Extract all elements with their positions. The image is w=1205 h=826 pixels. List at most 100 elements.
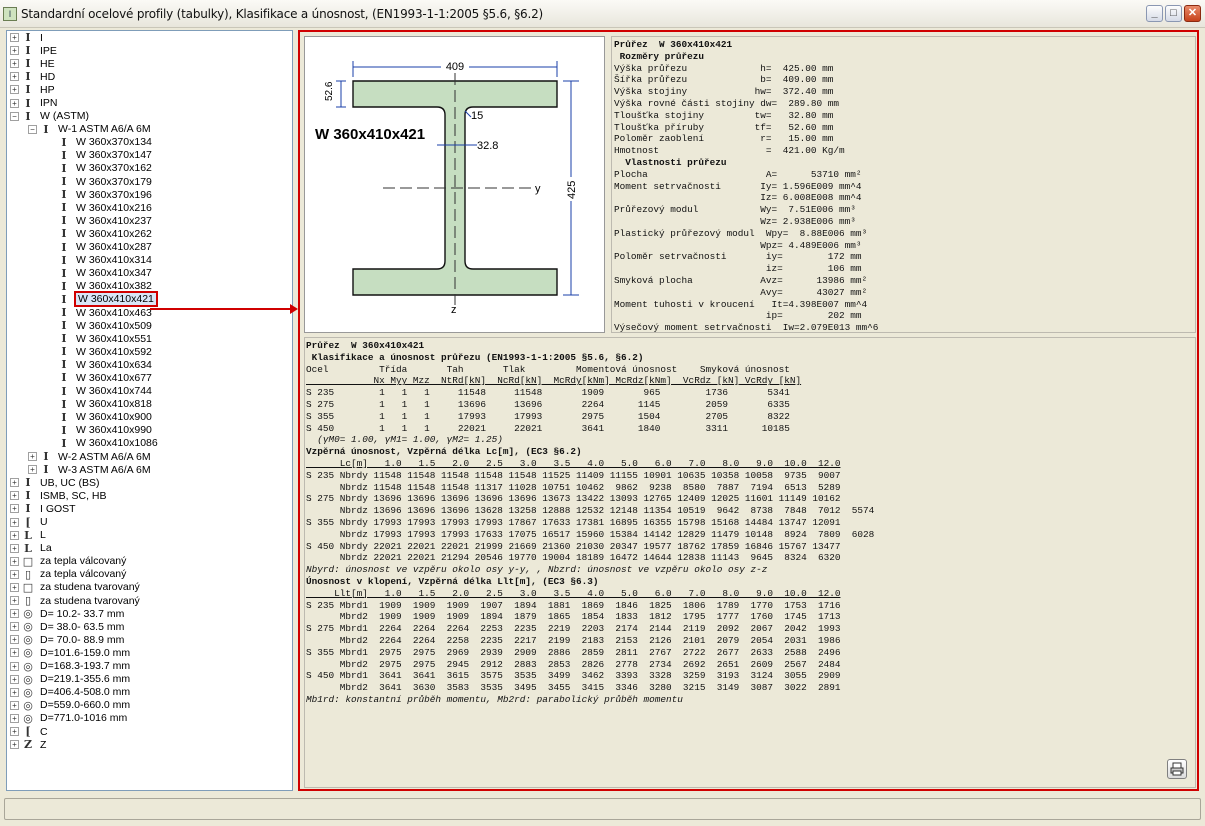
expand-toggle-icon[interactable]: + [10,543,19,553]
tree-item[interactable]: + I IPE [7,44,292,57]
expand-toggle-icon[interactable]: + [10,478,19,488]
expand-toggle-icon[interactable]: + [28,465,37,475]
expand-toggle-icon[interactable]: + [10,491,19,501]
results-line: Nbrdz 11548 11548 11548 11317 11028 1075… [306,481,841,493]
expand-toggle-icon[interactable]: + [10,727,19,737]
expand-toggle-icon[interactable]: + [10,517,19,527]
profile-tree[interactable]: + I I + I IPE + I HE + I HD + I HP + I IPN − I W (ASTM) − I W-1… [6,30,293,791]
expand-toggle-icon[interactable]: + [10,596,19,606]
tree-item[interactable]: + □ za studena tvarovaný [7,581,292,594]
collapse-toggle-icon[interactable]: − [28,124,37,134]
tree-item[interactable]: + I HE [7,57,292,70]
expand-toggle-icon[interactable]: + [10,622,19,632]
tree-item[interactable]: + I HD [7,70,292,83]
collapse-toggle-icon[interactable]: − [10,111,19,121]
expand-toggle-icon [46,164,55,173]
tree-item[interactable]: I W 360x410x262 [7,227,292,240]
axis-z-label: z [451,304,457,316]
expand-toggle-icon[interactable]: + [10,740,19,750]
close-button[interactable]: ✕ [1184,5,1201,22]
expand-toggle-icon[interactable]: + [28,452,37,462]
tree-item[interactable]: + ◎ D= 38.0- 63.5 mm [7,620,292,633]
expand-toggle-icon[interactable]: + [10,556,19,566]
print-button[interactable] [1167,759,1187,779]
tree-item[interactable]: + L L [7,529,292,542]
expand-toggle-icon[interactable]: + [10,674,19,684]
expand-toggle-icon[interactable]: + [10,661,19,671]
tree-item[interactable]: − I W-1 ASTM A6/A 6M [7,123,292,136]
tree-item[interactable]: + ▯ za studena tvarovaný [7,594,292,607]
tree-item[interactable]: + I I [7,31,292,44]
expand-toggle-icon[interactable]: + [10,713,19,723]
tree-item[interactable]: I W 360x410x634 [7,358,292,371]
tree-item[interactable]: I W 360x410x287 [7,241,292,254]
tree-item[interactable]: + ◎ D=771.0-1016 mm [7,712,292,725]
tree-item[interactable]: + □ za tepla válcovaný [7,555,292,568]
tree-item[interactable]: I W 360x410x421 [7,291,292,308]
tree-item[interactable]: I W 360x410x551 [7,332,292,345]
minimize-button[interactable]: _ [1146,5,1163,22]
tree-item[interactable]: + ▯ za tepla válcovaný [7,568,292,581]
expand-toggle-icon[interactable]: + [10,700,19,710]
tree-item[interactable]: + I HP [7,83,292,96]
tree-item[interactable]: I W 360x410x990 [7,424,292,437]
tree-item[interactable]: I W 360x370x147 [7,149,292,162]
tree-item[interactable]: + Z Z [7,738,292,751]
maximize-button[interactable]: □ [1165,5,1182,22]
tree-item[interactable]: + ◎ D=101.6-159.0 mm [7,646,292,659]
tree-item[interactable]: + I W-2 ASTM A6/A 6M [7,450,292,463]
expand-toggle-icon[interactable]: + [10,687,19,697]
tree-item[interactable]: + I W-3 ASTM A6/A 6M [7,463,292,476]
expand-toggle-icon[interactable]: + [10,33,19,43]
i-beam-icon: I [61,201,67,215]
tree-item[interactable]: I W 360x410x347 [7,267,292,280]
tree-item[interactable]: − I W (ASTM) [7,110,292,123]
props-line: Vlastnosti průřezu [614,156,727,168]
expand-toggle-icon[interactable]: + [10,504,19,514]
expand-toggle-icon[interactable]: + [10,72,19,82]
tree-item[interactable]: + I ISMB, SC, HB [7,489,292,502]
expand-toggle-icon[interactable]: + [10,46,19,56]
tree-item[interactable]: I W 360x370x196 [7,188,292,201]
tree-item[interactable]: I W 360x370x179 [7,175,292,188]
tree-item[interactable]: + [C [7,725,292,738]
tree-item[interactable]: I W 360x410x818 [7,398,292,411]
tree-item[interactable]: I W 360x410x744 [7,385,292,398]
tree-item[interactable]: + ◎ D=559.0-660.0 mm [7,699,292,712]
expand-toggle-icon[interactable]: + [10,648,19,658]
pipe-icon: ◎ [23,607,33,621]
tree-item[interactable]: + ◎ D= 70.0- 88.9 mm [7,633,292,646]
tree-item[interactable]: I W 360x410x314 [7,254,292,267]
props-line: Plastický průřezový modul Wpy= 8.88E006 … [614,227,868,239]
expand-toggle-icon[interactable]: + [10,582,19,592]
expand-toggle-icon[interactable]: + [10,85,19,95]
tree-item[interactable]: I W 360x370x134 [7,136,292,149]
tree-item[interactable]: I W 360x410x509 [7,319,292,332]
tree-item[interactable]: I W 360x410x677 [7,371,292,384]
tree-item-label: HD [40,70,56,83]
tree-item[interactable]: I W 360x410x900 [7,411,292,424]
expand-toggle-icon[interactable]: + [10,569,19,579]
tree-item[interactable]: + ◎ D=219.1-355.6 mm [7,673,292,686]
tree-item[interactable]: I W 360x410x237 [7,214,292,227]
tree-item[interactable]: I W 360x410x592 [7,345,292,358]
window-controls: _ □ ✕ [1146,5,1201,22]
expand-toggle-icon[interactable]: + [10,609,19,619]
tree-item[interactable]: + I UB, UC (BS) [7,476,292,489]
tree-item[interactable]: + ◎ D=168.3-193.7 mm [7,660,292,673]
tree-item[interactable]: + ◎ D=406.4-508.0 mm [7,686,292,699]
tree-item[interactable]: + [U [7,515,292,529]
expand-toggle-icon[interactable]: + [10,98,19,108]
expand-toggle-icon[interactable]: + [10,59,19,69]
tree-item-label: W 360x410x1086 [76,437,158,450]
tree-item[interactable]: + I I GOST [7,502,292,515]
tree-item[interactable]: + L La [7,542,292,555]
tree-item[interactable]: I W 360x370x162 [7,162,292,175]
expand-toggle-icon[interactable]: + [10,635,19,645]
tree-item[interactable]: + I IPN [7,96,292,110]
expand-toggle-icon[interactable]: + [10,530,19,540]
tree-item-label: D= 10.2- 33.7 mm [40,607,125,620]
tree-item[interactable]: I W 360x410x1086 [7,437,292,450]
tree-item[interactable]: I W 360x410x216 [7,201,292,214]
tree-item[interactable]: + ◎ D= 10.2- 33.7 mm [7,607,292,620]
